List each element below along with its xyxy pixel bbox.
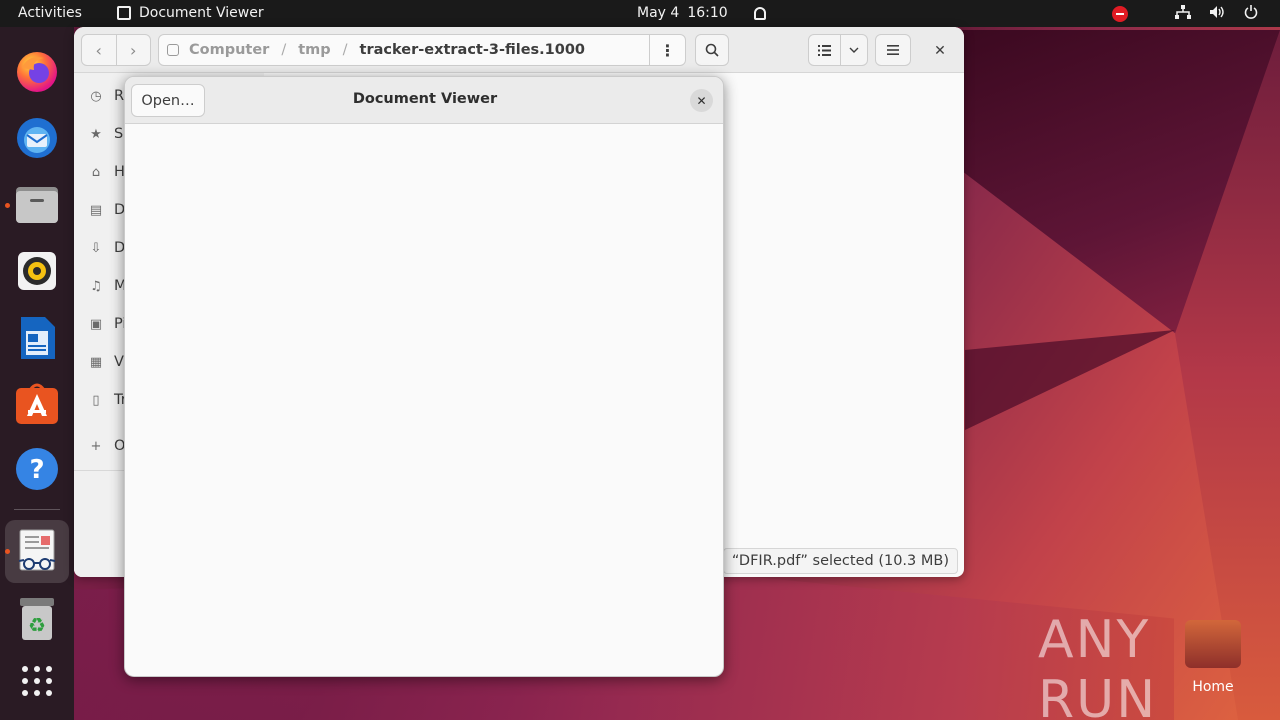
power-icon: [1240, 5, 1262, 23]
path-bar: Computer / tmp / tracker-extract-3-files…: [158, 34, 686, 66]
download-icon: ⇩: [90, 240, 102, 256]
clock-icon: ◷: [90, 88, 102, 104]
search-icon: [705, 43, 719, 57]
back-button[interactable]: ‹: [82, 35, 116, 65]
running-indicator: [5, 549, 10, 554]
sidebar-item-other-locations[interactable]: + O: [88, 436, 126, 456]
document-viewer-headerbar: Open… Document Viewer ✕: [125, 77, 723, 124]
files-headerbar: ‹ › Computer / tmp / tracker-extract-3-f…: [74, 27, 964, 73]
video-icon: ▦: [89, 354, 103, 370]
sidebar-item-music[interactable]: ♫ M: [88, 276, 126, 296]
main-menu-button[interactable]: [875, 34, 911, 66]
clock[interactable]: May 4 16:10: [637, 5, 766, 21]
close-button[interactable]: ✕: [930, 41, 950, 61]
dock: ? ♻: [0, 27, 74, 720]
path-separator: /: [281, 42, 287, 58]
view-dropdown-button[interactable]: [841, 47, 867, 53]
sidebar-item-label: S: [114, 126, 124, 142]
dock-separator: [14, 509, 60, 510]
wallpaper-shape: [965, 330, 1175, 430]
sidebar-item-documents[interactable]: ▤ D: [88, 200, 125, 220]
thunderbird-icon[interactable]: [13, 113, 61, 161]
view-options: [808, 34, 868, 66]
sidebar-item-label: V: [114, 354, 124, 370]
document-viewer-window: Open… Document Viewer ✕: [124, 76, 724, 677]
bell-icon: [753, 6, 766, 20]
vertical-dots-icon: ⋮: [659, 40, 676, 60]
files-icon[interactable]: [13, 180, 61, 228]
selection-status: “DFIR.pdf” selected (10.3 MB): [722, 548, 958, 574]
picture-icon: ▣: [89, 316, 103, 332]
trash-icon: ▯: [92, 392, 100, 408]
help-icon[interactable]: ?: [13, 445, 61, 493]
svg-text:?: ?: [29, 455, 44, 485]
home-folder-label[interactable]: Home: [1186, 679, 1240, 695]
sidebar-item-home[interactable]: ⌂ H: [88, 162, 125, 182]
volume-icon: [1206, 5, 1228, 23]
sidebar-item-recent[interactable]: ◷ R: [88, 86, 124, 106]
sidebar-item-trash[interactable]: ▯ Tr: [88, 390, 126, 410]
app-center-icon[interactable]: [13, 379, 61, 427]
home-icon: ⌂: [91, 164, 101, 180]
path-segment-current[interactable]: tracker-extract-3-files.1000: [360, 42, 585, 58]
music-icon: ♫: [90, 278, 102, 294]
show-apps-icon[interactable]: [13, 657, 61, 705]
navigation-buttons: ‹ ›: [81, 34, 151, 66]
sidebar-item-label: R: [114, 88, 125, 104]
time: 16:10: [687, 5, 728, 21]
document-icon: ▤: [89, 202, 103, 218]
window-title: Document Viewer: [352, 91, 498, 107]
forward-button[interactable]: ›: [115, 35, 151, 65]
plus-icon: +: [90, 438, 102, 454]
top-bar: Activities Document Viewer May 4 16:10: [0, 0, 1280, 27]
sidebar-item-downloads[interactable]: ⇩ D: [88, 238, 126, 258]
path-menu-button[interactable]: ⋮: [649, 35, 685, 65]
system-tray[interactable]: [1112, 5, 1262, 23]
sidebar-item-starred[interactable]: ★ S: [88, 124, 123, 144]
libreoffice-writer-icon[interactable]: [13, 314, 61, 362]
chevron-right-icon: ›: [130, 40, 137, 60]
path-segment-tmp[interactable]: tmp: [298, 42, 330, 58]
do-not-disturb-icon: [1112, 6, 1128, 22]
close-icon: ✕: [934, 43, 946, 59]
app-menu[interactable]: Document Viewer: [117, 5, 264, 21]
date: May 4: [637, 5, 680, 21]
hamburger-icon: [887, 45, 899, 55]
chevron-down-icon: [849, 47, 859, 53]
disk-icon: [167, 44, 179, 56]
search-button[interactable]: [695, 34, 729, 66]
path-separator: /: [342, 42, 348, 58]
watermark: ANY RUN: [1038, 610, 1158, 720]
app-name: Document Viewer: [139, 5, 264, 21]
network-icon: [1172, 5, 1194, 23]
home-folder-icon[interactable]: [1185, 620, 1241, 668]
firefox-icon[interactable]: [13, 47, 61, 95]
svg-text:♻: ♻: [28, 613, 46, 637]
list-view-button[interactable]: [809, 35, 841, 65]
running-indicator: [5, 203, 10, 208]
star-icon: ★: [90, 126, 102, 142]
rhythmbox-icon[interactable]: [13, 247, 61, 295]
close-icon: ✕: [696, 93, 707, 108]
list-view-icon: [818, 44, 831, 56]
sidebar-item-pictures[interactable]: ▣ Pi: [88, 314, 127, 334]
path-segment-computer[interactable]: Computer: [189, 42, 269, 58]
activities-button[interactable]: Activities: [18, 5, 82, 21]
sidebar-item-videos[interactable]: ▦ V: [88, 352, 124, 372]
close-button[interactable]: ✕: [690, 89, 713, 112]
document-viewer-icon[interactable]: [13, 527, 61, 575]
trash-icon[interactable]: ♻: [13, 595, 61, 643]
document-viewer-icon: [117, 6, 131, 20]
chevron-left-icon: ‹: [95, 40, 102, 60]
